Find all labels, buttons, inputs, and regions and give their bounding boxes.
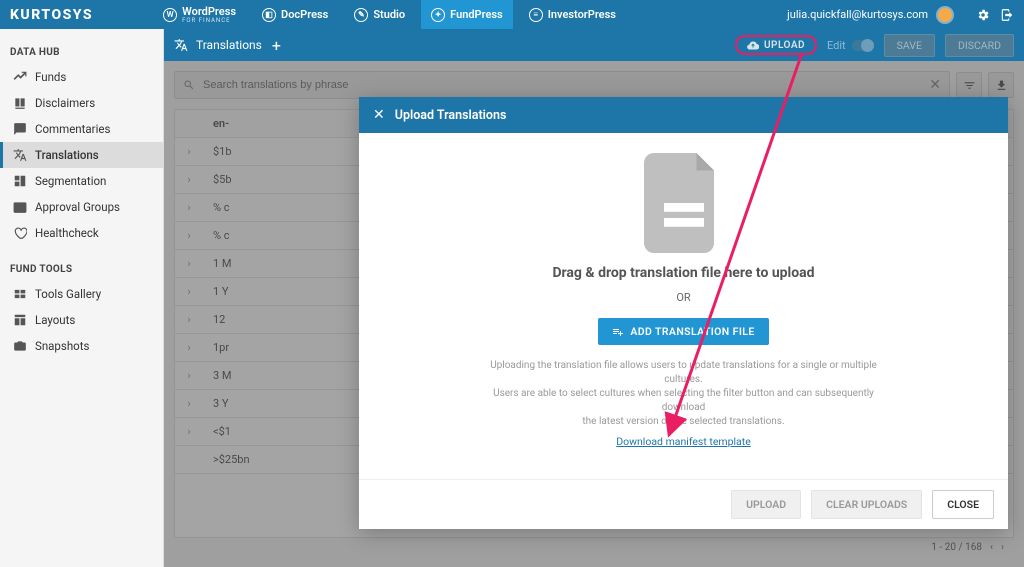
user-email[interactable]: julia.quickfall@kurtosys.com	[787, 8, 928, 21]
segment-icon	[13, 174, 27, 188]
sidebar-item-label: Segmentation	[35, 174, 106, 188]
gear-icon[interactable]	[976, 8, 990, 22]
nav-app-label: Studio	[373, 8, 405, 21]
sidebar-item-label: Layouts	[35, 313, 75, 327]
modal-clear-button[interactable]: CLEAR UPLOADS	[811, 490, 922, 519]
sidebar-item-healthcheck[interactable]: Healthcheck	[0, 220, 163, 246]
close-icon[interactable]: ✕	[373, 107, 385, 123]
add-translation-file-button[interactable]: ADD TRANSLATION FILE	[598, 318, 768, 345]
nav-app-sub: FOR FINANCE	[182, 18, 236, 24]
nav-app-investorpress[interactable]: ≡ InvestorPress	[519, 0, 626, 29]
or-text: OR	[676, 291, 690, 304]
sidebar-item-label: Healthcheck	[35, 226, 99, 240]
sidebar-item-label: Approval Groups	[35, 200, 120, 214]
nav-app-fundpress[interactable]: ✦ FundPress	[421, 0, 513, 29]
sidebar-item-funds[interactable]: Funds	[0, 64, 163, 90]
sidebar-item-segmentation[interactable]: Segmentation	[0, 168, 163, 194]
nav-app-wordpress[interactable]: W WordPress FOR FINANCE	[153, 0, 246, 29]
main: Translations + UPLOAD Edit SAVE DISCARD	[164, 29, 1024, 567]
sidebar-item-snapshots[interactable]: Snapshots	[0, 333, 163, 359]
modal-close-button[interactable]: CLOSE	[932, 490, 994, 519]
add-button-label: ADD TRANSLATION FILE	[630, 325, 754, 338]
sidebar-item-approval-groups[interactable]: Approval Groups	[0, 194, 163, 220]
edit-label: Edit	[827, 39, 846, 52]
sidebar-item-layouts[interactable]: Layouts	[0, 307, 163, 333]
sidebar-item-commentaries[interactable]: Commentaries	[0, 116, 163, 142]
sidebar-item-label: Commentaries	[35, 122, 110, 136]
modal-header: ✕ Upload Translations	[359, 97, 1008, 133]
discard-button[interactable]: DISCARD	[945, 34, 1014, 57]
sidebar-item-label: Snapshots	[35, 339, 89, 353]
sidebar-item-label: Translations	[35, 148, 99, 162]
translate-icon	[174, 38, 188, 52]
app-switcher: W WordPress FOR FINANCE ◧ DocPress ✎ Stu…	[153, 0, 626, 29]
document-icon	[644, 153, 724, 253]
upload-button[interactable]: UPLOAD	[735, 35, 817, 55]
edit-toggle[interactable]	[852, 40, 874, 51]
approval-icon	[13, 200, 27, 214]
edit-toggle-group: Edit	[827, 39, 874, 52]
modal-footer: UPLOAD CLEAR UPLOADS CLOSE	[359, 479, 1008, 529]
health-icon	[13, 226, 27, 240]
sidebar-item-label: Disclaimers	[35, 96, 95, 110]
download-manifest-link[interactable]: Download manifest template	[616, 435, 751, 448]
sidebar: DATA HUB Funds Disclaimers Commentaries …	[0, 29, 164, 567]
sidebar-section-title: FUND TOOLS	[0, 258, 163, 281]
chart-icon	[13, 70, 27, 84]
add-button[interactable]: +	[272, 36, 281, 55]
nav-app-label: DocPress	[281, 8, 328, 21]
page-title: Translations	[196, 38, 262, 52]
camera-icon	[13, 339, 27, 353]
modal-upload-button[interactable]: UPLOAD	[731, 490, 801, 519]
cloud-upload-icon	[747, 39, 759, 51]
comment-icon	[13, 122, 27, 136]
fundpress-icon: ✦	[431, 8, 445, 22]
investorpress-icon: ≡	[529, 8, 543, 22]
modal-body: Drag & drop translation file here to upl…	[359, 133, 1008, 479]
drop-title: Drag & drop translation file here to upl…	[552, 265, 814, 281]
gallery-icon	[13, 287, 27, 301]
page-title-wrap: Translations	[174, 38, 262, 52]
nav-app-docpress[interactable]: ◧ DocPress	[252, 0, 338, 29]
save-button[interactable]: SAVE	[884, 34, 935, 57]
nav-app-label: InvestorPress	[548, 8, 616, 21]
logout-icon[interactable]	[1000, 8, 1014, 22]
upload-modal: ✕ Upload Translations Drag & drop transl…	[359, 97, 1008, 529]
nav-app-studio[interactable]: ✎ Studio	[344, 0, 415, 29]
sidebar-item-label: Funds	[35, 70, 66, 84]
upload-label: UPLOAD	[764, 40, 805, 51]
modal-title: Upload Translations	[395, 108, 507, 123]
layouts-icon	[13, 313, 27, 327]
sidebar-item-label: Tools Gallery	[35, 287, 101, 301]
top-nav: KURTOSYS W WordPress FOR FINANCE ◧ DocPr…	[0, 0, 1024, 29]
docpress-icon: ◧	[262, 8, 276, 22]
playlist-add-icon	[612, 326, 624, 338]
sidebar-item-tools-gallery[interactable]: Tools Gallery	[0, 281, 163, 307]
avatar[interactable]	[936, 6, 954, 24]
translate-icon	[13, 148, 27, 162]
sidebar-item-disclaimers[interactable]: Disclaimers	[0, 90, 163, 116]
studio-icon: ✎	[354, 8, 368, 22]
book-icon	[13, 96, 27, 110]
wordpress-icon: W	[163, 8, 177, 22]
toolbar: Translations + UPLOAD Edit SAVE DISCARD	[164, 29, 1024, 61]
brand-logo: KURTOSYS	[10, 7, 93, 23]
nav-app-label: FundPress	[450, 8, 503, 21]
help-text: Uploading the translation file allows us…	[474, 359, 894, 429]
sidebar-item-translations[interactable]: Translations	[0, 142, 163, 168]
sidebar-section-title: DATA HUB	[0, 41, 163, 64]
